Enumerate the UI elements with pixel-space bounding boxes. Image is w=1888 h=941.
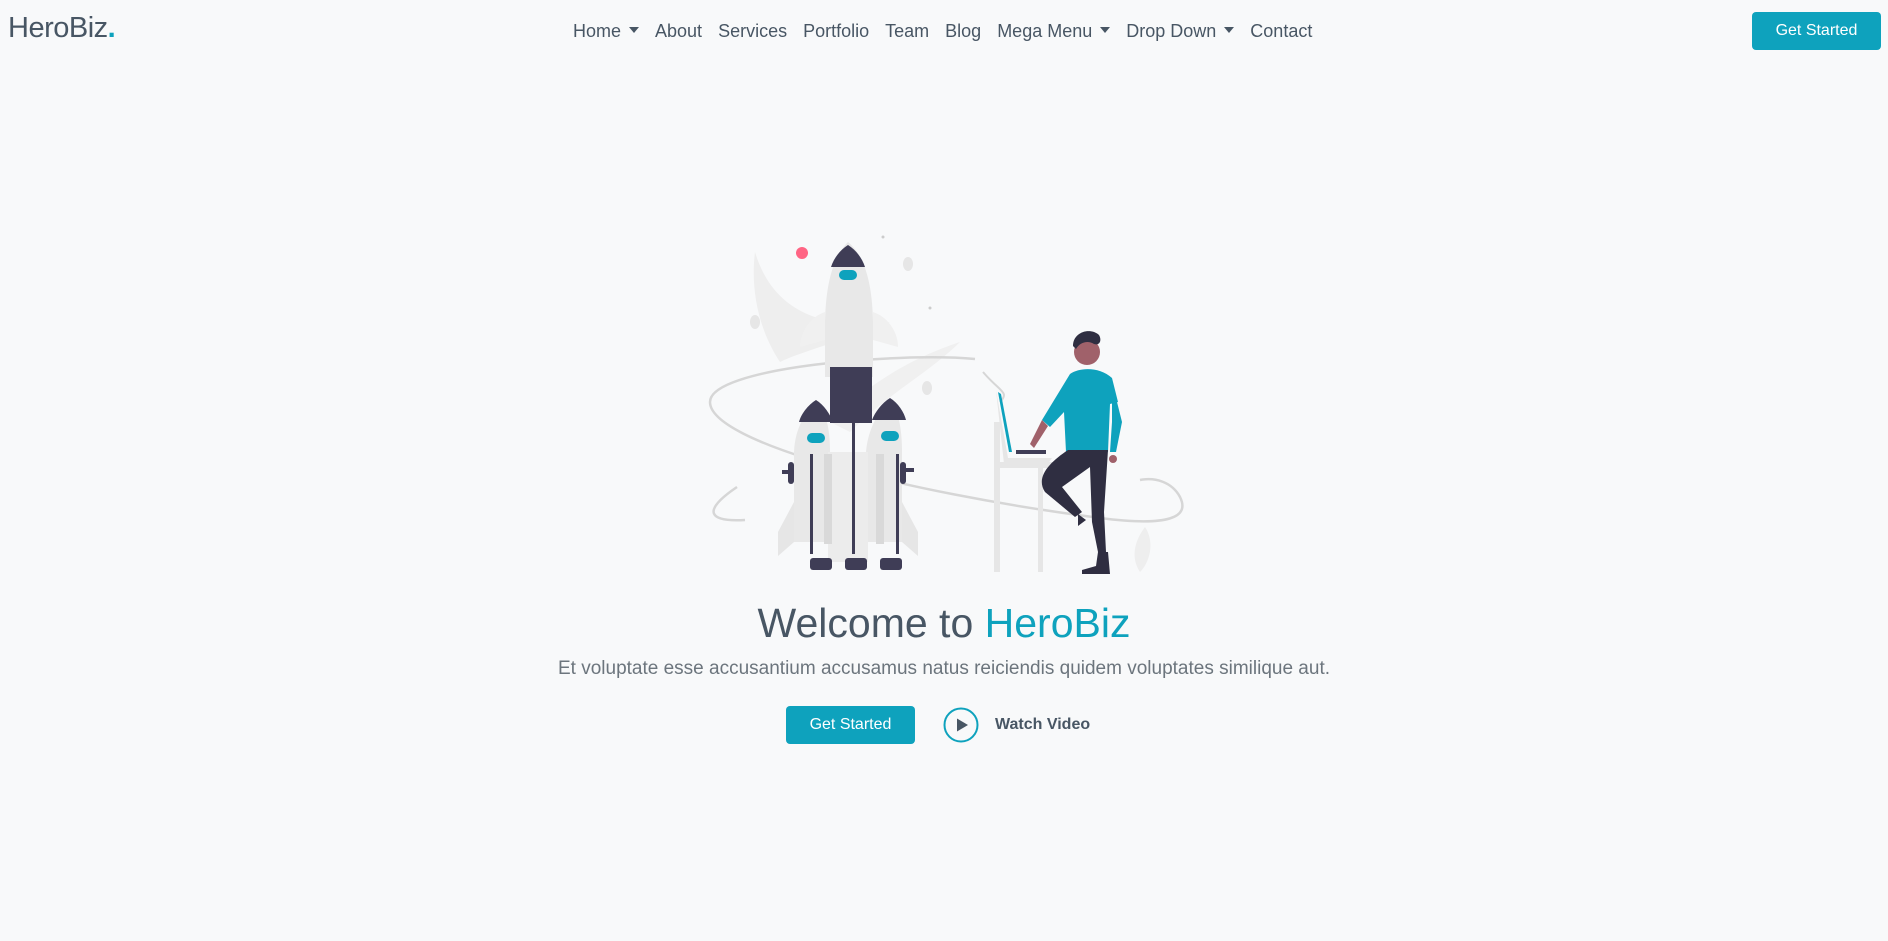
caret-down-icon <box>1100 27 1111 33</box>
logo-dot: . <box>107 12 116 44</box>
hero-illustration <box>708 235 1184 574</box>
main-nav: Home About Services Portfolio Team Blog … <box>565 0 1320 62</box>
watch-video-link[interactable]: Watch Video <box>943 707 1090 743</box>
nav-item-label: Contact <box>1250 20 1313 41</box>
nav-item-team[interactable]: Team <box>877 0 937 62</box>
hero-get-started-button[interactable]: Get Started <box>786 706 915 744</box>
nav-item-label: Mega Menu <box>997 20 1093 41</box>
nav-item-label: About <box>655 20 703 41</box>
hero-subtitle: Et voluptate esse accusantium accusamus … <box>557 658 1330 679</box>
hero-title-prefix: Welcome to <box>757 600 985 646</box>
nav-item-home[interactable]: Home <box>565 0 647 62</box>
nav-item-label: Drop Down <box>1126 20 1217 41</box>
nav-item-label: Blog <box>945 20 982 41</box>
nav-item-label: Home <box>573 20 622 41</box>
hero-title-accent: HeroBiz <box>984 600 1131 646</box>
nav-item-mega-menu[interactable]: Mega Menu <box>989 0 1118 62</box>
caret-down-icon <box>1224 27 1235 33</box>
watch-video-label: Watch Video <box>995 716 1091 733</box>
nav-item-label: Team <box>885 20 930 41</box>
nav-item-portfolio[interactable]: Portfolio <box>795 0 877 62</box>
nav-item-label: Services <box>718 20 788 41</box>
play-circle-icon <box>943 707 979 743</box>
site-header: HeroBiz. Home About Services Portfolio T… <box>0 0 1888 62</box>
caret-down-icon <box>629 27 640 33</box>
hero-title: Welcome to HeroBiz <box>0 598 1888 648</box>
nav-item-drop-down[interactable]: Drop Down <box>1118 0 1242 62</box>
nav-item-services[interactable]: Services <box>710 0 795 62</box>
nav-item-contact[interactable]: Contact <box>1242 0 1320 62</box>
nav-item-label: Portfolio <box>803 20 870 41</box>
nav-item-about[interactable]: About <box>647 0 710 62</box>
header-get-started-button[interactable]: Get Started <box>1752 12 1881 50</box>
hero-actions: Get Started Watch Video <box>786 706 1090 744</box>
logo-text: HeroBiz <box>8 12 108 44</box>
nav-item-blog[interactable]: Blog <box>937 0 989 62</box>
logo[interactable]: HeroBiz. <box>8 11 116 45</box>
